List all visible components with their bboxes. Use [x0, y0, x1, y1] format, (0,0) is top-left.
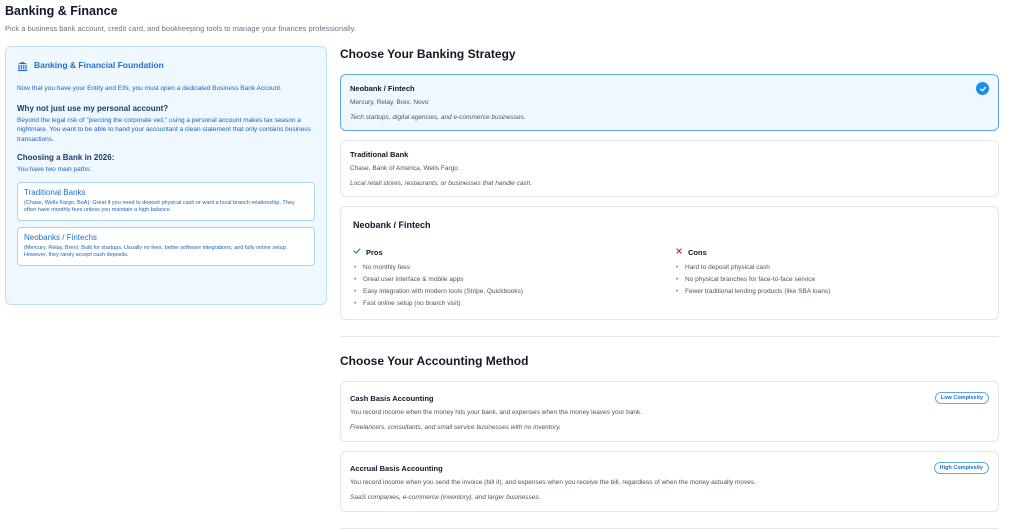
option-best-for: Tech startups, digital agencies, and e-c… — [350, 114, 526, 121]
option-best-for: Freelancers, consultants, and small serv… — [350, 424, 561, 431]
cons-item: Fewer traditional lending products (like… — [675, 286, 830, 298]
option-providers: Mercury, Relay, Brex, Novo — [350, 99, 429, 106]
option-best-for: Local retail stores, restaurants, or bus… — [350, 180, 533, 187]
cons-label: Cons — [688, 247, 707, 257]
cons-item: Hard to deposit physical cash — [675, 262, 830, 274]
check-mark-icon — [353, 247, 361, 257]
banking-section-title: Choose Your Banking Strategy — [340, 47, 516, 61]
option-providers: Chase, Bank of America, Wells Fargo — [350, 165, 458, 172]
bank-option-neobank[interactable]: Neobank / Fintech Mercury, Relay, Brex, … — [340, 74, 999, 131]
pros-label: Pros — [366, 247, 383, 257]
path-title: Neobanks / Fintechs — [24, 232, 97, 242]
paths-intro: You have two main paths: — [17, 166, 92, 173]
accounting-option-cash[interactable]: Cash Basis Accounting You record income … — [340, 381, 999, 442]
pros-item: Fast online setup (no branch visit) — [353, 298, 523, 310]
bank-icon — [17, 59, 28, 72]
page-subtitle: Pick a business bank account, credit car… — [5, 24, 356, 33]
why-heading: Why not just use my personal account? — [17, 103, 169, 113]
pros-header: Pros — [353, 247, 523, 257]
pros-item: Easy integration with modern tools (Stri… — [353, 286, 523, 298]
path-neobanks: Neobanks / Fintechs (Mercury, Relay, Bre… — [17, 226, 315, 266]
option-best-for: SaaS companies, e-commerce (inventory), … — [350, 494, 541, 501]
complexity-badge: High Complexity — [933, 462, 989, 474]
info-panel-header: Banking & Financial Foundation — [17, 59, 315, 72]
info-intro: Now that you have your Entity and EIN, y… — [17, 85, 282, 92]
path-desc: (Chase, Wells Fargo, BoA): Great if you … — [24, 199, 295, 214]
section-divider — [340, 528, 999, 529]
option-desc: You record income when the money hits yo… — [350, 409, 643, 416]
option-name: Accrual Basis Accounting — [350, 464, 443, 473]
option-name: Cash Basis Accounting — [350, 394, 434, 403]
pros-item: Great user interface & mobile apps — [353, 274, 523, 286]
pros-list: No monthly fees Great user interface & m… — [353, 262, 523, 310]
x-mark-icon — [675, 247, 683, 257]
cons-column: Cons Hard to deposit physical cash No ph… — [675, 247, 830, 299]
check-icon — [976, 82, 989, 95]
path-title: Traditional Banks — [24, 187, 86, 197]
path-desc: (Mercury, Relay, Brex): Built for startu… — [24, 244, 288, 259]
page-title: Banking & Finance — [5, 4, 118, 18]
complexity-badge: Low Complexity — [934, 392, 989, 404]
cons-item: No physical branches for face-to-face se… — [675, 274, 830, 286]
choosing-heading: Choosing a Bank in 2026: — [17, 153, 115, 162]
accounting-section-title: Choose Your Accounting Method — [340, 354, 529, 368]
path-traditional-banks: Traditional Banks (Chase, Wells Fargo, B… — [17, 181, 315, 221]
cons-header: Cons — [675, 247, 830, 257]
detail-title: Neobank / Fintech — [353, 220, 431, 230]
info-panel: Banking & Financial Foundation Now that … — [5, 46, 327, 305]
bank-detail-card: Neobank / Fintech Pros No monthly fees G… — [340, 206, 999, 320]
option-name: Traditional Bank — [350, 150, 409, 159]
option-name: Neobank / Fintech — [350, 84, 415, 93]
info-panel-title: Banking & Financial Foundation — [34, 59, 164, 70]
option-desc: You record income when you send the invo… — [350, 479, 756, 486]
accounting-option-accrual[interactable]: Accrual Basis Accounting You record inco… — [340, 451, 999, 512]
pros-item: No monthly fees — [353, 262, 523, 274]
pros-column: Pros No monthly fees Great user interfac… — [353, 247, 523, 310]
bank-option-traditional[interactable]: Traditional Bank Chase, Bank of America,… — [340, 140, 999, 197]
why-text: Beyond the legal risk of "piercing the c… — [17, 116, 311, 143]
cons-list: Hard to deposit physical cash No physica… — [675, 262, 830, 298]
section-divider — [340, 336, 999, 337]
